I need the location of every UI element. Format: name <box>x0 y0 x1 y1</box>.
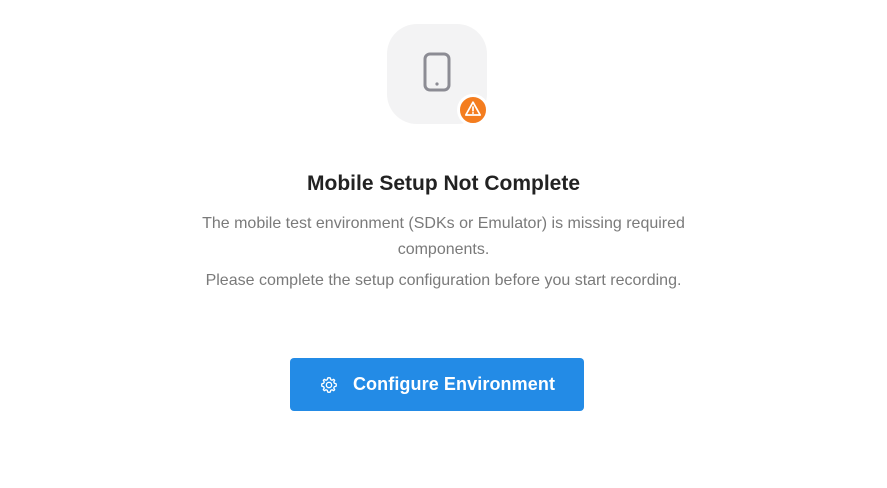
configure-button-label: Configure Environment <box>352 374 556 394</box>
setup-warning-panel: Mobile Setup Not Complete The mobile tes… <box>0 0 887 488</box>
warning-triangle-icon <box>464 101 482 116</box>
warning-badge <box>457 94 489 126</box>
instruction-text: Please complete the setup configuration … <box>205 272 682 289</box>
gear-icon <box>319 375 339 395</box>
description-text: The mobile test environment (SDKs or Emu… <box>202 215 685 258</box>
mobile-phone-icon <box>423 52 451 92</box>
page-title: Mobile Setup Not Complete <box>307 172 580 195</box>
configure-environment-button[interactable]: Configure Environment <box>290 358 584 411</box>
status-icon-container <box>387 24 489 126</box>
